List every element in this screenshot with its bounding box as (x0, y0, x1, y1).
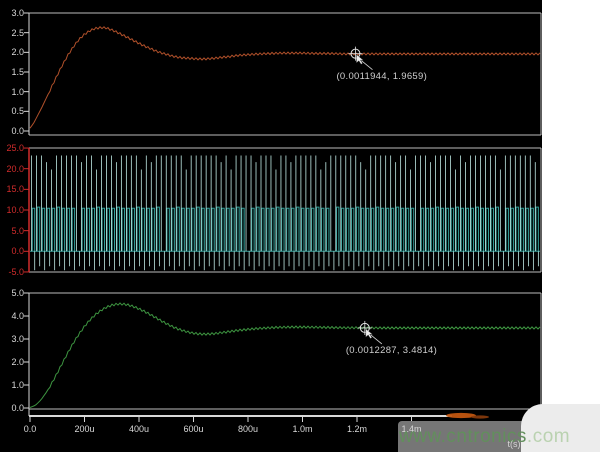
cursor-leader-line (361, 61, 372, 70)
y-tick-label: 0.5 (0, 106, 24, 116)
x-tick-label: 0.0 (8, 424, 52, 434)
y-tick-label: 1.0 (0, 87, 24, 97)
y-tick-label: 10.0 (0, 205, 24, 215)
y-tick-label: 1.0 (0, 380, 24, 390)
y-tick-label: 3.0 (0, 334, 24, 344)
watermark-text-suffix: .com (527, 426, 570, 447)
x-tick-label: 400u (117, 424, 161, 434)
y-tick-label: 0.0 (0, 246, 24, 256)
y-tick-label: 5.0 (0, 226, 24, 236)
x-tick-label: 200u (63, 424, 107, 434)
x-tick-label: 800u (226, 424, 270, 434)
output-response-bottom-trace (30, 303, 540, 408)
x-axis-title: t(s) (496, 439, 532, 449)
y-tick-label: 5.0 (0, 288, 24, 298)
y-tick-label: 15.0 (0, 184, 24, 194)
y-tick-label: 20.0 (0, 164, 24, 174)
waveform-canvas (0, 0, 600, 452)
x-tick-label: 600u (172, 424, 216, 434)
y-tick-label: 0.0 (0, 403, 24, 413)
x-tick-label: 1.0m (281, 424, 325, 434)
pulse-square-wave (32, 207, 538, 251)
y-tick-label: -5.0 (0, 267, 24, 277)
y-tick-label: 4.0 (0, 311, 24, 321)
y-tick-label: 1.5 (0, 67, 24, 77)
probe-cursor[interactable] (358, 321, 382, 344)
y-tick-label: 2.5 (0, 28, 24, 38)
pulse-spikes (32, 156, 539, 271)
cursor-leader-line (371, 335, 382, 344)
y-tick-label: 3.0 (0, 8, 24, 18)
cursor-readout-top: (0.0011944, 1.9659) (336, 71, 427, 82)
probe-cursor[interactable] (348, 47, 372, 70)
y-tick-label: 25.0 (0, 143, 24, 153)
y-tick-label: 2.0 (0, 47, 24, 57)
y-tick-label: 0.0 (0, 126, 24, 136)
waveform-viewer: (0.0011944, 1.9659) (0.0012287, 3.4814) … (0, 0, 600, 452)
orange-mark-tail (471, 415, 489, 418)
output-response-top-trace (30, 27, 540, 129)
y-tick-label: 2.0 (0, 357, 24, 367)
cursor-readout-bottom: (0.0012287, 3.4814) (346, 345, 437, 356)
x-tick-label: 1.2m (335, 424, 379, 434)
watermark-text: www.cntronics.com (399, 426, 570, 447)
